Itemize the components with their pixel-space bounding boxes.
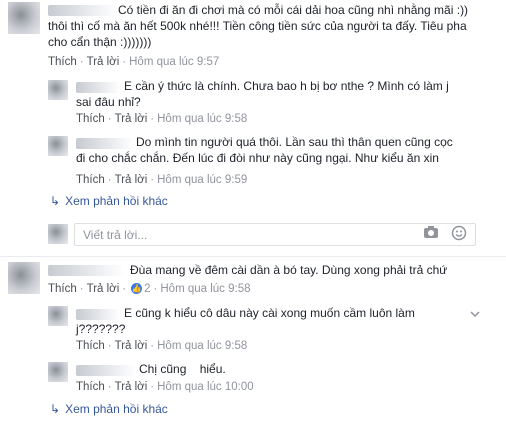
view-more-label: Xem phản hồi khác	[65, 402, 168, 416]
reply-text: E cần ý thức là chính. Chưa bao h bị bơ …	[76, 79, 449, 109]
timestamp[interactable]: Hôm qua lúc 9:58	[157, 340, 247, 352]
reply-meta: Thích · Trả lời · Hôm qua lúc 9:58	[76, 113, 248, 125]
reply-arrow-icon: ↳	[50, 194, 61, 208]
view-more-label: Xem phản hồi khác	[65, 194, 168, 208]
view-more-replies[interactable]: ↳ Xem phản hồi khác	[50, 194, 168, 208]
view-more-replies[interactable]: ↳ Xem phản hồi khác	[50, 402, 168, 416]
reply-text: E cũng k hiểu cô dâu này cài xong muốn c…	[76, 306, 415, 336]
avatar[interactable]	[8, 262, 40, 294]
comment-meta: Thích · Trả lời · 👍 2 · Hôm qua lúc 9:58	[48, 283, 251, 295]
chevron-down-icon[interactable]	[470, 308, 480, 320]
reply-button[interactable]: Trả lời	[115, 174, 148, 186]
like-button[interactable]: Thích	[48, 56, 77, 68]
reply-meta: Thích · Trả lời · Hôm qua lúc 9:59	[76, 174, 248, 186]
avatar[interactable]	[48, 80, 68, 100]
timestamp[interactable]: Hôm qua lúc 9:57	[129, 56, 219, 68]
like-button[interactable]: Thích	[48, 283, 77, 295]
reply-button[interactable]: Trả lời	[115, 113, 148, 125]
reply-text: Chị cũng hiểu.	[139, 362, 226, 376]
reply-arrow-icon: ↳	[50, 402, 61, 416]
divider	[0, 256, 506, 257]
reply-meta: Thích · Trả lời · Hôm qua lúc 9:58	[76, 340, 248, 352]
camera-icon[interactable]	[423, 225, 439, 242]
avatar[interactable]	[8, 2, 40, 34]
reply-meta: Thích · Trả lời · Hôm qua lúc 10:00	[76, 381, 254, 393]
timestamp[interactable]: Hôm qua lúc 9:58	[160, 283, 250, 295]
timestamp[interactable]: Hôm qua lúc 9:58	[157, 113, 247, 125]
reply-input[interactable]: Viết trả lời...	[74, 223, 476, 246]
reply-button[interactable]: Trả lời	[115, 340, 148, 352]
avatar[interactable]	[48, 362, 68, 382]
emoji-icon[interactable]	[451, 225, 467, 244]
timestamp[interactable]: Hôm qua lúc 10:00	[157, 381, 254, 393]
avatar	[48, 224, 68, 244]
like-reaction-icon[interactable]: 👍	[131, 283, 143, 295]
reply-text: Do mình tin người quá thôi. Lần sau thì …	[76, 135, 453, 165]
comment-meta: Thích · Trả lời · Hôm qua lúc 9:57	[48, 56, 220, 68]
reply-button[interactable]: Trả lời	[115, 381, 148, 393]
like-button[interactable]: Thích	[76, 381, 105, 393]
reply-button[interactable]: Trả lời	[87, 56, 120, 68]
comment-text: Có tiền đi ăn đi chơi mà có mỗi cái dải …	[48, 3, 469, 49]
reaction-count[interactable]: 2	[144, 283, 150, 295]
comment-text: Đùa mang về đêm cài dần à bó tay. Dùng x…	[130, 263, 448, 277]
timestamp[interactable]: Hôm qua lúc 9:59	[157, 174, 247, 186]
like-button[interactable]: Thích	[76, 340, 105, 352]
like-button[interactable]: Thích	[76, 174, 105, 186]
avatar[interactable]	[48, 306, 68, 326]
avatar[interactable]	[48, 136, 68, 156]
reply-input-placeholder: Viết trả lời...	[83, 228, 148, 242]
like-button[interactable]: Thích	[76, 113, 105, 125]
reply-button[interactable]: Trả lời	[87, 283, 120, 295]
